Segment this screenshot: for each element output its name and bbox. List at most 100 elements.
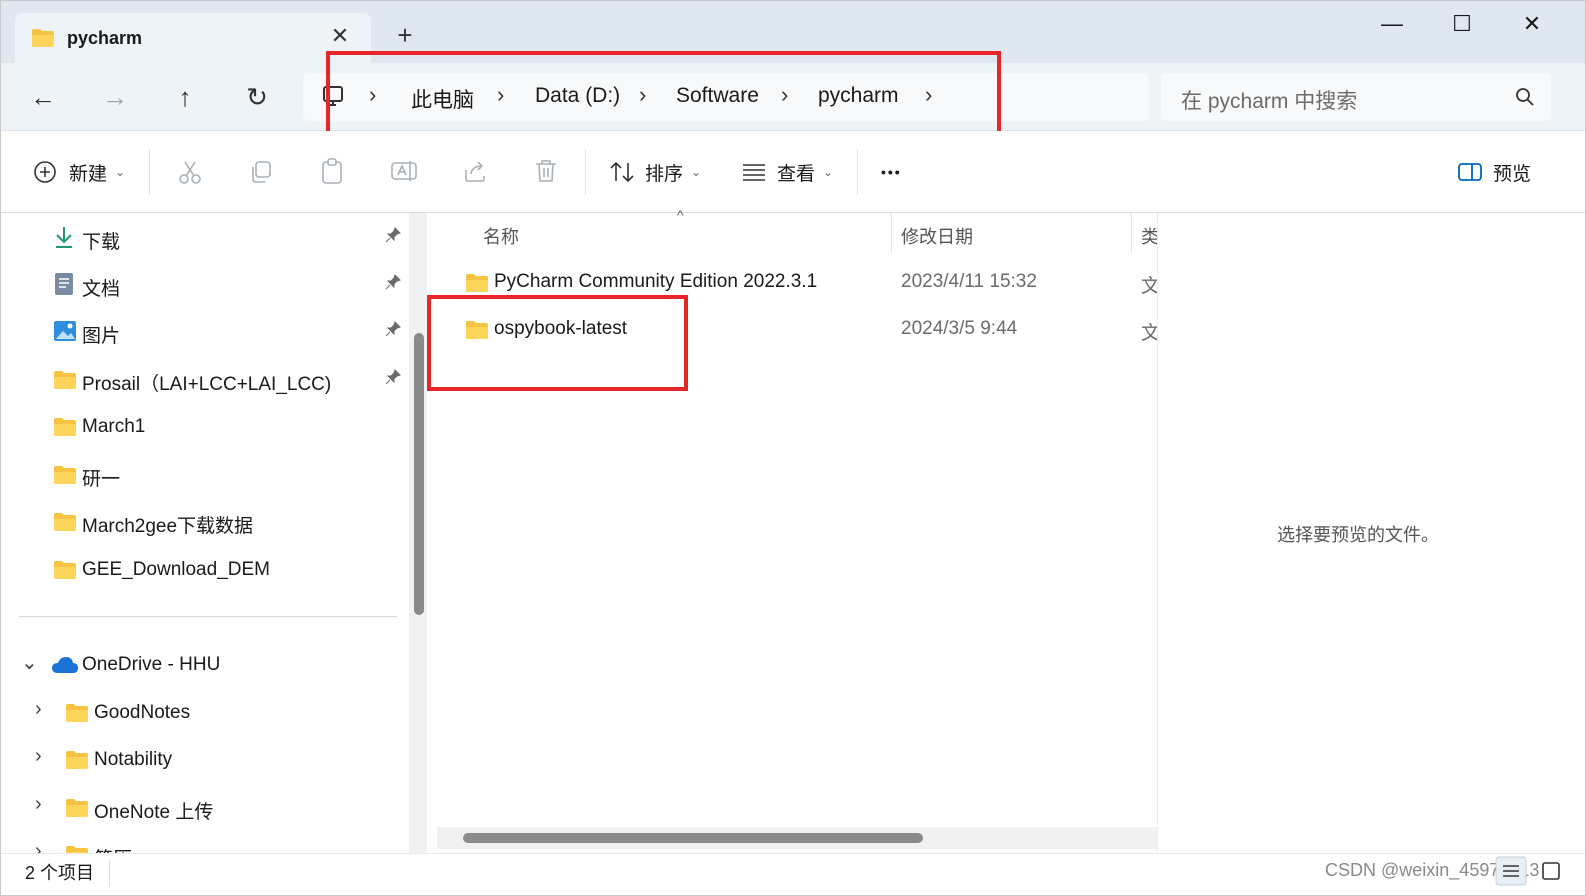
paste-icon[interactable] bbox=[319, 157, 345, 185]
folder-icon bbox=[54, 418, 76, 436]
preview-pane-button[interactable]: 预览 bbox=[1457, 155, 1531, 189]
breadcrumb-software[interactable]: Software bbox=[676, 84, 759, 108]
navigation-pane: 下载 文档 图片 Prosail（LAI+LCC+LAI_LCC) March1… bbox=[1, 213, 427, 853]
sidebar-item-pictures[interactable]: 图片 bbox=[1, 311, 411, 351]
share-icon[interactable] bbox=[462, 158, 488, 184]
computer-icon bbox=[323, 86, 343, 106]
file-explorer-window: pycharm ✕ + — ☐ ✕ ← → ↑ ↻ › 此电脑 › Data (… bbox=[0, 0, 1586, 896]
onedrive-cloud-icon bbox=[52, 657, 78, 673]
sidebar-item-goodnotes[interactable]: › GoodNotes bbox=[1, 692, 411, 732]
chevron-right-icon[interactable]: › bbox=[35, 698, 42, 721]
details-view-icon[interactable] bbox=[1495, 856, 1527, 886]
back-button[interactable]: ← bbox=[23, 77, 63, 117]
sidebar-item-label: Notability bbox=[94, 749, 173, 770]
column-header-date[interactable]: 修改日期 bbox=[901, 223, 973, 249]
sidebar-item-label: OneNote 上传 bbox=[94, 802, 214, 823]
new-button[interactable]: 新建 ⌄ bbox=[33, 155, 125, 189]
up-button[interactable]: ↑ bbox=[165, 77, 205, 117]
breadcrumb-chevron[interactable]: › bbox=[925, 82, 932, 108]
command-bar: 新建 ⌄ 排序 ⌄ 查看 ⌄ ••• 预览 bbox=[1, 131, 1585, 213]
plus-circle-icon bbox=[34, 161, 56, 183]
close-window-button[interactable]: ✕ bbox=[1509, 9, 1555, 39]
preview-message: 选择要预览的文件。 bbox=[1277, 525, 1439, 545]
search-icon[interactable] bbox=[1515, 87, 1535, 107]
sidebar-item-label: 下载 bbox=[82, 232, 121, 253]
minimize-button[interactable]: — bbox=[1369, 9, 1415, 39]
breadcrumb-chevron[interactable]: › bbox=[369, 82, 376, 108]
new-tab-button[interactable]: + bbox=[391, 21, 419, 49]
chevron-down-icon[interactable]: ⌄ bbox=[21, 650, 38, 675]
chevron-right-icon[interactable]: › bbox=[35, 745, 42, 768]
file-list: ^ 名称 修改日期 类 PyCharm Community Edition 20… bbox=[437, 207, 1160, 853]
rename-icon[interactable] bbox=[390, 158, 418, 184]
tab-pycharm[interactable]: pycharm ✕ bbox=[15, 13, 371, 63]
search-box[interactable]: 在 pycharm 中搜索 bbox=[1161, 73, 1551, 121]
chevron-right-icon[interactable]: › bbox=[35, 793, 42, 816]
folder-icon bbox=[466, 321, 488, 339]
sidebar-item-march1[interactable]: March1 bbox=[1, 406, 411, 446]
sidebar-item-notability[interactable]: › Notability bbox=[1, 739, 411, 779]
sidebar-item-label: 图片 bbox=[82, 326, 121, 347]
preview-pane: 选择要预览的文件。 bbox=[1157, 213, 1585, 853]
chevron-down-icon: ⌄ bbox=[115, 165, 126, 179]
picture-icon bbox=[54, 321, 76, 341]
address-bar[interactable]: › 此电脑 › Data (D:) › Software › pycharm › bbox=[303, 73, 1149, 121]
copy-icon[interactable] bbox=[248, 159, 274, 185]
list-view-icon bbox=[743, 164, 765, 181]
sidebar-item-onenote[interactable]: › OneNote 上传 bbox=[1, 787, 411, 827]
folder-icon bbox=[66, 799, 88, 817]
folder-icon bbox=[466, 274, 488, 292]
column-divider[interactable] bbox=[891, 213, 892, 253]
new-label: 新建 bbox=[69, 163, 108, 185]
pin-icon bbox=[385, 369, 401, 390]
navigation-bar: ← → ↑ ↻ › 此电脑 › Data (D:) › Software › p… bbox=[1, 63, 1585, 131]
chevron-right-icon[interactable]: › bbox=[35, 840, 42, 853]
sidebar-item-yanyi[interactable]: 研一 bbox=[1, 454, 411, 494]
tab-close-icon[interactable]: ✕ bbox=[327, 23, 353, 49]
breadcrumb-data-d[interactable]: Data (D:) bbox=[535, 84, 620, 108]
folder-icon bbox=[54, 561, 76, 579]
sidebar-item-resume[interactable]: › 简历 bbox=[1, 834, 411, 853]
pin-icon bbox=[385, 227, 401, 248]
search-input[interactable]: 在 pycharm 中搜索 bbox=[1181, 85, 1357, 115]
column-divider[interactable] bbox=[1131, 213, 1132, 253]
sidebar-item-downloads[interactable]: 下载 bbox=[1, 217, 411, 257]
folder-icon bbox=[32, 29, 54, 47]
breadcrumb-chevron[interactable]: › bbox=[639, 82, 646, 108]
table-row[interactable]: PyCharm Community Edition 2022.3.1 2023/… bbox=[437, 261, 1160, 307]
pin-icon bbox=[385, 274, 401, 295]
cut-icon[interactable] bbox=[177, 159, 203, 185]
preview-pane-icon bbox=[1458, 163, 1482, 181]
column-header-name[interactable]: 名称 bbox=[483, 223, 519, 249]
breadcrumb-this-pc[interactable]: 此电脑 bbox=[411, 84, 474, 114]
view-button[interactable]: 查看 ⌄ bbox=[741, 155, 833, 189]
item-count: 2 个项目 bbox=[25, 863, 95, 883]
sidebar-item-gee-download-dem[interactable]: GEE_Download_DEM bbox=[1, 549, 411, 589]
sidebar-item-onedrive[interactable]: ⌄ OneDrive - HHU bbox=[1, 644, 411, 684]
folder-icon bbox=[54, 466, 76, 484]
forward-button[interactable]: → bbox=[95, 77, 135, 117]
breadcrumb-pycharm[interactable]: pycharm bbox=[818, 84, 899, 108]
folder-icon bbox=[66, 751, 88, 769]
breadcrumb-chevron[interactable]: › bbox=[781, 82, 788, 108]
more-options-button[interactable]: ••• bbox=[881, 155, 902, 189]
tiles-view-icon[interactable] bbox=[1535, 856, 1567, 886]
sidebar-item-documents[interactable]: 文档 bbox=[1, 264, 411, 304]
refresh-button[interactable]: ↻ bbox=[237, 77, 277, 117]
sort-button[interactable]: 排序 ⌄ bbox=[609, 155, 701, 189]
sidebar-scrollbar-thumb[interactable] bbox=[414, 333, 424, 615]
table-row[interactable]: ospybook-latest 2024/3/5 9:44 文 bbox=[437, 308, 1160, 354]
maximize-button[interactable]: ☐ bbox=[1439, 9, 1485, 39]
breadcrumb-chevron[interactable]: › bbox=[497, 82, 504, 108]
file-list-scrollbar-thumb[interactable] bbox=[463, 833, 923, 843]
sort-icon bbox=[610, 161, 634, 183]
folder-icon bbox=[66, 846, 88, 853]
sidebar-item-label: GoodNotes bbox=[94, 702, 191, 723]
sidebar-item-label: 研一 bbox=[82, 469, 121, 490]
file-name: ospybook-latest bbox=[494, 318, 628, 339]
pin-icon bbox=[385, 321, 401, 342]
folder-icon bbox=[54, 513, 76, 531]
sidebar-item-march2gee[interactable]: March2gee下载数据 bbox=[1, 501, 411, 541]
sidebar-item-prosail[interactable]: Prosail（LAI+LCC+LAI_LCC) bbox=[1, 359, 411, 399]
delete-icon[interactable] bbox=[533, 158, 559, 184]
